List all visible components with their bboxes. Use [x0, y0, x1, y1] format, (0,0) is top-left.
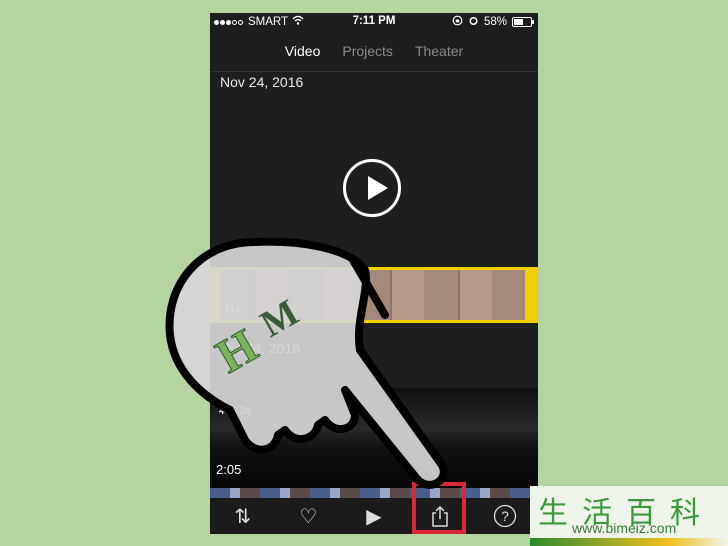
alarm-icon: [468, 15, 479, 29]
help-icon: ?: [494, 504, 517, 528]
clip-thumbnails: [220, 270, 525, 320]
sort-arrows-icon: ⇅: [234, 505, 252, 528]
clip-duration: 11s: [224, 303, 241, 315]
watermark-url: www.bimeiz.com: [572, 520, 677, 536]
section-date: Nov 24, 2016: [220, 74, 304, 90]
section-date: Oct 24, 2016: [220, 340, 301, 356]
help-button[interactable]: ?: [487, 501, 523, 531]
share-button-highlight: [412, 482, 466, 534]
tab-theater[interactable]: Theater: [415, 43, 463, 59]
play-button[interactable]: ▶: [356, 501, 392, 531]
phone-screen: SMART 7:11 PM 58% Video Projects Theater…: [210, 13, 538, 534]
favorite-button[interactable]: ♡: [290, 501, 326, 531]
tab-video[interactable]: Video: [285, 43, 321, 59]
bottom-toolbar: ⇅ ♡ ▶ ?: [210, 498, 538, 534]
rotation-lock-icon: [452, 15, 463, 29]
clip-duration: ✲ 6.3s: [218, 405, 252, 417]
watermark-swoosh: [530, 538, 728, 546]
watermark: 生活百科 www.bimeiz.com: [530, 486, 728, 546]
sort-button[interactable]: ⇅: [225, 501, 261, 531]
tab-bar: Video Projects Theater: [210, 43, 538, 59]
filmstrip: [210, 488, 538, 498]
heart-icon: ♡: [299, 505, 318, 528]
loading-icon: ✲: [218, 405, 231, 417]
battery-icon: [512, 17, 534, 27]
header-divider: [210, 71, 538, 72]
tab-projects[interactable]: Projects: [342, 43, 393, 59]
play-preview-button[interactable]: [343, 159, 401, 217]
play-icon: ▶: [366, 505, 382, 528]
total-duration: 2:05: [216, 462, 242, 477]
status-bar: SMART 7:11 PM 58%: [210, 13, 538, 31]
video-clip[interactable]: ✲ 6.3s 2:05: [210, 388, 538, 488]
battery-percent: 58%: [483, 16, 507, 28]
selected-clip[interactable]: 11s: [210, 267, 538, 323]
svg-text:?: ?: [501, 508, 509, 524]
